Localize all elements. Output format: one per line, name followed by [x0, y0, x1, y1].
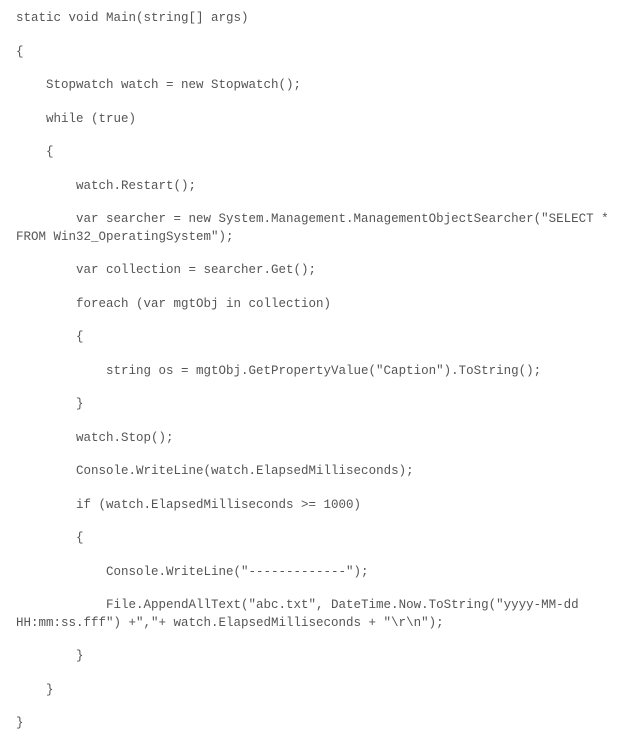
code-line: Stopwatch watch = new Stopwatch();: [16, 77, 624, 95]
code-line: }: [16, 715, 624, 733]
code-line: var collection = searcher.Get();: [16, 262, 624, 280]
code-block: static void Main(string[] args) { Stopwat…: [16, 10, 624, 733]
code-line: Console.WriteLine("-------------");: [16, 564, 624, 582]
code-line: {: [16, 44, 624, 62]
code-line: if (watch.ElapsedMilliseconds >= 1000): [16, 497, 624, 515]
code-line: }: [16, 396, 624, 414]
code-line: {: [16, 530, 624, 548]
code-line: }: [16, 682, 624, 700]
code-line: File.AppendAllText("abc.txt", DateTime.N…: [16, 597, 624, 632]
code-line: Console.WriteLine(watch.ElapsedMilliseco…: [16, 463, 624, 481]
code-line: watch.Restart();: [16, 178, 624, 196]
code-line: string os = mgtObj.GetPropertyValue("Cap…: [16, 363, 624, 381]
code-line: {: [16, 144, 624, 162]
code-line: static void Main(string[] args): [16, 10, 624, 28]
code-line: foreach (var mgtObj in collection): [16, 296, 624, 314]
code-line: watch.Stop();: [16, 430, 624, 448]
code-line: }: [16, 648, 624, 666]
code-line: var searcher = new System.Management.Man…: [16, 211, 624, 246]
code-line: {: [16, 329, 624, 347]
code-line: while (true): [16, 111, 624, 129]
